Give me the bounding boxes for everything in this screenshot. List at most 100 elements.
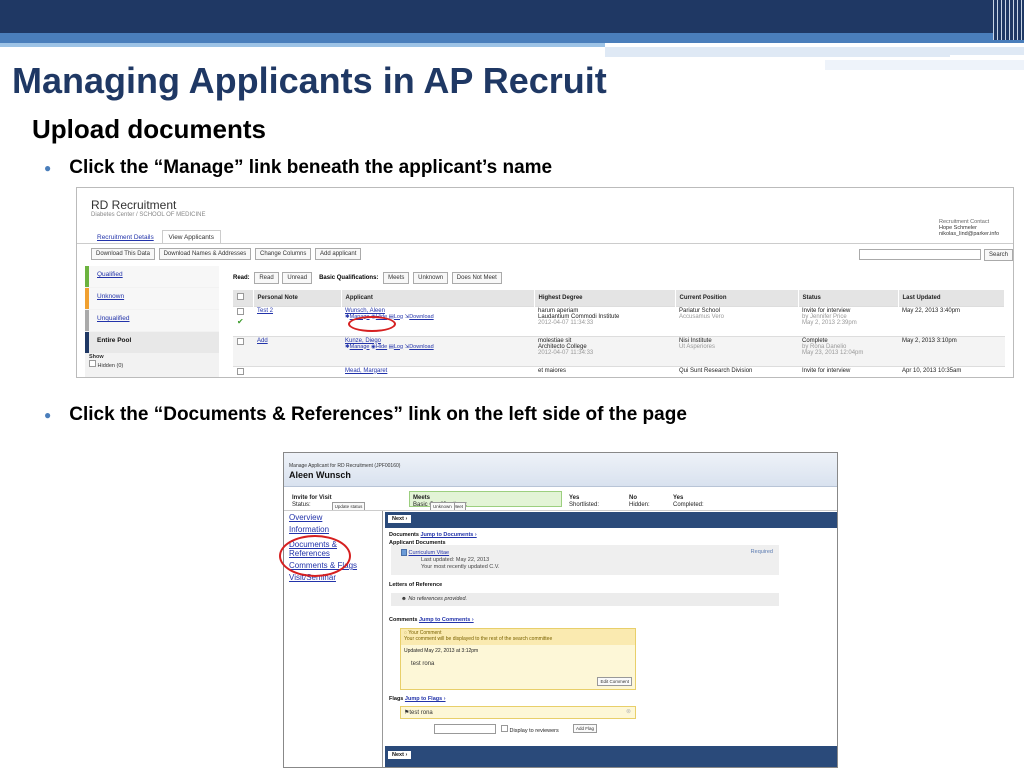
select-all-checkbox[interactable] bbox=[237, 293, 244, 301]
unknown-button[interactable]: Unknown bbox=[413, 272, 449, 284]
slide-title: Managing Applicants in AP Recruit bbox=[12, 60, 607, 101]
hidden-label: Hidden (0) bbox=[97, 363, 124, 369]
status: Invite for interview bbox=[798, 365, 898, 377]
note-link[interactable]: Add bbox=[257, 338, 268, 344]
shortlisted-value: Yes bbox=[569, 495, 580, 501]
sidebar-item-unknown[interactable]: Unknown bbox=[85, 288, 219, 309]
add-applicant-button[interactable]: Add applicant bbox=[315, 248, 362, 260]
checkbox-icon[interactable] bbox=[89, 360, 96, 367]
unread-button[interactable]: Unread bbox=[282, 272, 313, 284]
remove-flag-icon[interactable]: ⊗ bbox=[626, 708, 631, 715]
download-data-button[interactable]: Download This Data bbox=[91, 248, 155, 260]
manage-link[interactable]: Manage bbox=[350, 344, 370, 350]
status-label: Status: bbox=[292, 502, 311, 508]
last-updated: May 2, 2013 3:10pm bbox=[898, 335, 1005, 366]
screenshot-applicant-list: RD Recruitment Diabetes Center / SCHOOL … bbox=[76, 187, 1014, 378]
row-checkbox[interactable] bbox=[237, 307, 244, 315]
next-button[interactable]: Next › bbox=[388, 515, 412, 523]
shortlisted-label: Shortlisted: bbox=[569, 502, 600, 508]
col-current-position[interactable]: Current Position bbox=[675, 290, 799, 306]
nav-information[interactable]: Information bbox=[289, 525, 379, 534]
bullet-dot-icon: ● bbox=[44, 160, 52, 175]
contact-email: nikolas_lind@parker.info bbox=[939, 231, 1000, 237]
display-reviewers-checkbox[interactable] bbox=[501, 725, 508, 732]
sidebar-item-entire-pool[interactable]: Entire Pool bbox=[85, 332, 219, 353]
tab-view-applicants[interactable]: View Applicants bbox=[161, 230, 221, 244]
jump-to-documents-link[interactable]: Jump to Documents › bbox=[420, 532, 476, 538]
col-last-updated[interactable]: Last Updated bbox=[898, 290, 1005, 306]
submitted-date: 2012-04-07 11:34:33 bbox=[538, 349, 594, 356]
header-band bbox=[0, 0, 1024, 33]
header-band-light bbox=[0, 43, 605, 47]
sidebar-item-qualified[interactable]: Qualified bbox=[85, 266, 219, 287]
does-not-meet-button[interactable]: Does Not Meet bbox=[451, 272, 502, 284]
hide-link[interactable]: Hide bbox=[376, 344, 387, 350]
status-date: May 2, 2013 2:39pm bbox=[802, 319, 857, 326]
search-input[interactable] bbox=[859, 249, 981, 260]
flag-text: test rona bbox=[409, 710, 433, 716]
col-status[interactable]: Status bbox=[798, 290, 899, 306]
cv-updated: Last updated: May 22, 2013 bbox=[421, 557, 490, 563]
applicant-header: Manage Applicant for RD Recruitment (JPF… bbox=[284, 453, 837, 487]
no-references-text: No references provided. bbox=[408, 596, 468, 602]
status-date: May 23, 2013 12:04pm bbox=[802, 349, 864, 356]
main-panel: Next › Documents Jump to Documents › App… bbox=[385, 511, 837, 767]
position: Qui Sunt Research Division bbox=[675, 365, 798, 377]
position-sub: Accusamus Vero bbox=[679, 313, 725, 320]
sidebar-item-unqualified[interactable]: Unqualified bbox=[85, 310, 219, 331]
hidden-value: No bbox=[629, 495, 637, 501]
col-applicant[interactable]: Applicant bbox=[341, 290, 535, 306]
recruitment-contact: Recruitment Contact Hope Schmeler nikola… bbox=[939, 219, 1009, 237]
jump-to-comments-link[interactable]: Jump to Comments › bbox=[419, 617, 474, 623]
row-checkbox[interactable] bbox=[237, 367, 244, 375]
download-names-button[interactable]: Download Names & Addresses bbox=[158, 248, 252, 260]
applicant-table: Personal Note Applicant Highest Degree C… bbox=[233, 290, 1005, 377]
highlight-oval-documents bbox=[279, 535, 351, 577]
bullet-2-text: Click the “Documents & References” link … bbox=[69, 404, 687, 425]
divider bbox=[77, 243, 1013, 244]
hidden-label: Hidden: bbox=[629, 502, 650, 508]
note-link[interactable]: Test 2 bbox=[257, 308, 273, 314]
highlight-oval-manage bbox=[348, 316, 396, 332]
bullet-dot-icon: ● bbox=[44, 407, 52, 422]
completed-value: Yes bbox=[673, 495, 684, 501]
required-label: Required bbox=[750, 549, 773, 555]
row-actions: ✱Manage ◉Hide ▤Log ⇲Download bbox=[345, 343, 434, 350]
references-box: ☻ No references provided. bbox=[391, 593, 779, 606]
add-flag-button[interactable]: Add Flag bbox=[573, 724, 598, 733]
edit-comment-button[interactable]: Edit Comment bbox=[597, 677, 632, 686]
table-header: Personal Note Applicant Highest Degree C… bbox=[233, 290, 1005, 306]
applicant-name: Aleen Wunsch bbox=[289, 470, 351, 480]
applicant-name-link[interactable]: Mead, Margaret bbox=[345, 368, 387, 374]
log-link[interactable]: Log bbox=[394, 344, 403, 350]
header-band-white-2 bbox=[950, 55, 1024, 60]
log-link[interactable]: Log bbox=[394, 314, 403, 320]
cv-link[interactable]: Curriculum Vitae bbox=[409, 550, 450, 556]
bullet-1: ● Click the “Manage” link beneath the app… bbox=[44, 157, 552, 179]
slide-subtitle: Upload documents bbox=[32, 114, 267, 144]
col-personal-note[interactable]: Personal Note bbox=[253, 290, 342, 306]
download-link[interactable]: Download bbox=[409, 314, 433, 320]
hidden-filter[interactable]: Hidden (0) bbox=[85, 360, 219, 369]
download-link[interactable]: Download bbox=[409, 344, 433, 350]
recruitment-title: RD Recruitment bbox=[91, 198, 177, 212]
table-row: Add Kunze, Diego ✱Manage ◉Hide ▤Log ⇲Dow… bbox=[233, 335, 1005, 366]
bullet-2: ● Click the “Documents & References” link… bbox=[44, 404, 687, 426]
next-button-bottom[interactable]: Next › bbox=[388, 751, 412, 759]
comment-box: ◌ Your Comment Your comment will be displ… bbox=[400, 628, 636, 690]
jump-to-flags-link[interactable]: Jump to Flags › bbox=[405, 696, 446, 702]
row-checkbox[interactable] bbox=[237, 337, 244, 345]
change-columns-button[interactable]: Change Columns bbox=[254, 248, 312, 260]
cv-document-box: Curriculum Vitae Last updated: May 22, 2… bbox=[391, 545, 779, 575]
last-updated: May 22, 2013 3:40pm bbox=[898, 305, 1005, 336]
flag-input[interactable] bbox=[434, 724, 496, 734]
table-row: Mead, Margaret et maiores Qui Sunt Resea… bbox=[233, 365, 1005, 377]
col-highest-degree[interactable]: Highest Degree bbox=[534, 290, 676, 306]
comment-text: test rona bbox=[411, 661, 435, 667]
nav-overview[interactable]: Overview bbox=[289, 513, 379, 522]
read-button[interactable]: Read bbox=[254, 272, 279, 284]
flag-box: ⚑test rona ⊗ bbox=[400, 706, 636, 719]
search-button[interactable]: Search bbox=[984, 249, 1013, 261]
last-updated: Apr 10, 2013 10:35am bbox=[898, 365, 1005, 377]
meets-button[interactable]: Meets bbox=[383, 272, 410, 284]
